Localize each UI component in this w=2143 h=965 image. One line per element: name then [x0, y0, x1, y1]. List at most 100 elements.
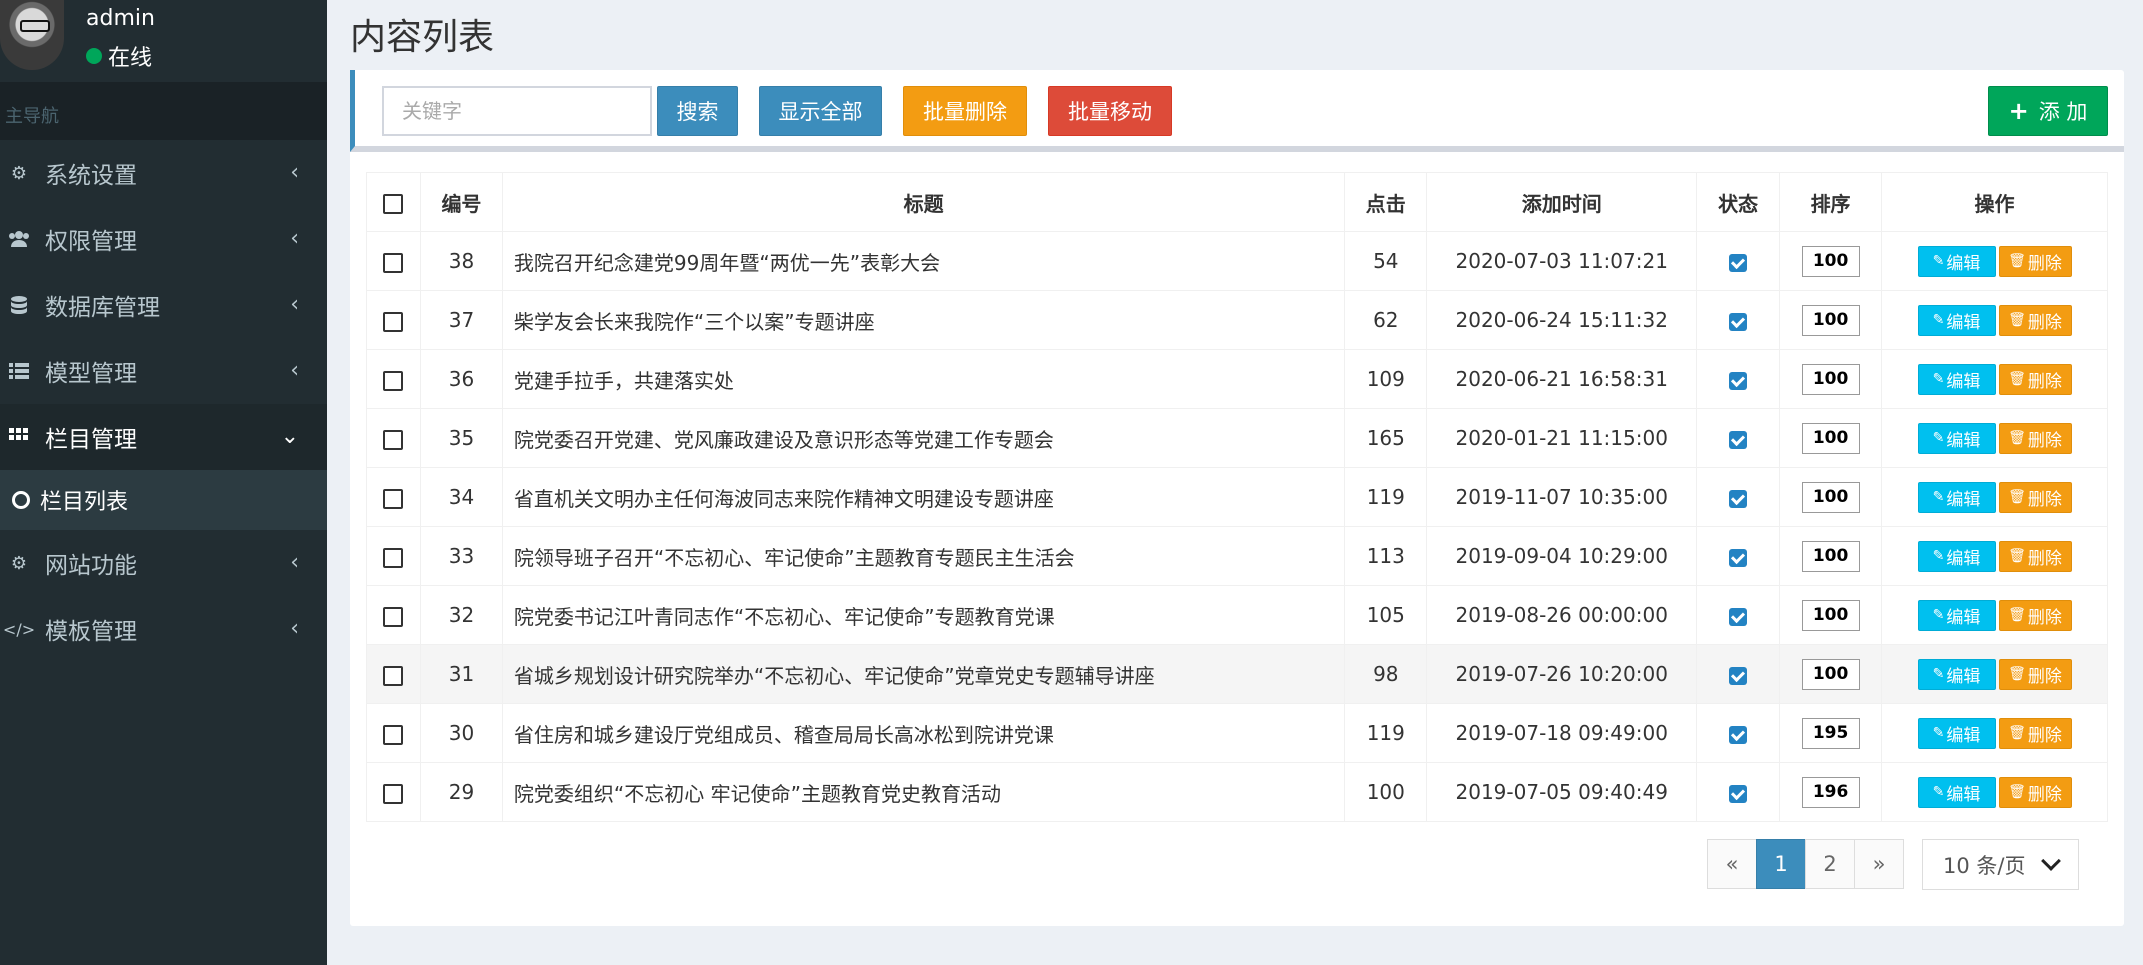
prev-page-button[interactable]: «: [1707, 839, 1757, 889]
add-button[interactable]: + 添 加: [1988, 86, 2108, 136]
next-page-button[interactable]: »: [1854, 839, 1904, 889]
delete-button[interactable]: 🗑 删除: [1998, 540, 2072, 572]
sort-input[interactable]: [1801, 658, 1860, 690]
row-title[interactable]: 院领导班子召开“不忘初心、牢记使命”主题教育专题民主生活会: [501, 526, 1346, 586]
sidebar-item-system-settings[interactable]: ⚙ 系统设置 ‹: [0, 140, 327, 206]
edit-button[interactable]: ✎ 编辑: [1917, 776, 1996, 808]
table-row: 36 党建手拉手，共建落实处 109 2020-06-21 16:58:31 ✎…: [366, 349, 2108, 409]
edit-icon: ✎: [1932, 607, 1945, 623]
header-title: 标题: [501, 172, 1346, 232]
sidebar-item-label: 栏目管理: [45, 427, 137, 453]
plus-icon: +: [2008, 97, 2029, 125]
delete-button[interactable]: 🗑 删除: [1998, 304, 2072, 336]
show-all-button[interactable]: 显示全部: [759, 86, 882, 136]
sort-input[interactable]: [1801, 304, 1860, 336]
table-header-row: 编号 标题 点击 添加时间 状态 排序 操作: [366, 172, 2108, 232]
row-title[interactable]: 省直机关文明办主任何海波同志来院作精神文明建设专题讲座: [501, 467, 1346, 527]
row-ops-cell: ✎ 编辑 🗑 删除: [1881, 703, 2108, 763]
delete-button[interactable]: 🗑 删除: [1998, 658, 2072, 690]
status-checkbox[interactable]: [1729, 784, 1748, 803]
row-checkbox[interactable]: [383, 547, 404, 568]
row-checkbox[interactable]: [383, 665, 404, 686]
delete-button[interactable]: 🗑 删除: [1998, 717, 2072, 749]
sort-input[interactable]: [1801, 776, 1860, 808]
sort-input[interactable]: [1801, 717, 1860, 749]
edit-button[interactable]: ✎ 编辑: [1917, 304, 1996, 336]
user-name: admin: [86, 6, 155, 31]
delete-button[interactable]: 🗑 删除: [1998, 363, 2072, 395]
row-checkbox[interactable]: [383, 488, 404, 509]
row-checkbox[interactable]: [383, 724, 404, 745]
sort-input[interactable]: [1801, 245, 1860, 277]
sidebar-item-templates[interactable]: </> 模板管理 ‹: [0, 596, 327, 662]
edit-button[interactable]: ✎ 编辑: [1917, 599, 1996, 631]
row-select-cell: [366, 762, 421, 822]
page-1-button[interactable]: 1: [1756, 839, 1806, 889]
table-row: 38 我院召开纪念建党99周年暨“两优一先”表彰大会 54 2020-07-03…: [366, 231, 2108, 291]
edit-button[interactable]: ✎ 编辑: [1917, 245, 1996, 277]
sidebar-item-label: 模板管理: [45, 619, 137, 645]
row-checkbox[interactable]: [383, 606, 404, 627]
sort-input[interactable]: [1801, 599, 1860, 631]
row-title[interactable]: 省城乡规划设计研究院举办“不忘初心、牢记使命”党章党史专题辅导讲座: [501, 644, 1346, 704]
sidebar-item-columns[interactable]: 栏目管理 ⌄: [0, 404, 327, 470]
sort-input[interactable]: [1801, 540, 1860, 572]
delete-button[interactable]: 🗑 删除: [1998, 422, 2072, 454]
row-checkbox[interactable]: [383, 311, 404, 332]
search-button[interactable]: 搜索: [657, 86, 738, 136]
edit-button[interactable]: ✎ 编辑: [1917, 363, 1996, 395]
status-checkbox[interactable]: [1729, 253, 1748, 272]
row-sort-cell: [1779, 231, 1883, 291]
row-title[interactable]: 院党委召开党建、党风廉政建设及意识形态等党建工作专题会: [501, 408, 1346, 468]
sidebar-item-models[interactable]: 模型管理 ‹: [0, 338, 327, 404]
status-checkbox[interactable]: [1729, 312, 1748, 331]
status-checkbox[interactable]: [1729, 489, 1748, 508]
row-time: 2019-07-18 09:49:00: [1426, 703, 1698, 763]
per-page-select[interactable]: 10 条/页: [1922, 839, 2079, 890]
row-checkbox[interactable]: [383, 370, 404, 391]
sort-input[interactable]: [1801, 481, 1860, 513]
edit-button[interactable]: ✎ 编辑: [1917, 717, 1996, 749]
row-select-cell: [366, 585, 421, 645]
sort-input[interactable]: [1801, 422, 1860, 454]
delete-button[interactable]: 🗑 删除: [1998, 776, 2072, 808]
select-all-checkbox[interactable]: [383, 193, 404, 214]
status-checkbox[interactable]: [1729, 666, 1748, 685]
sidebar-item-permissions[interactable]: 权限管理 ‹: [0, 206, 327, 272]
row-title[interactable]: 院党委组织“不忘初心 牢记使命”主题教育党史教育活动: [501, 762, 1346, 822]
edit-button[interactable]: ✎ 编辑: [1917, 422, 1996, 454]
sidebar-subitem-column-list[interactable]: 栏目列表: [0, 470, 327, 530]
delete-button[interactable]: 🗑 删除: [1998, 599, 2072, 631]
delete-label: 删除: [2027, 725, 2062, 746]
status-checkbox[interactable]: [1729, 548, 1748, 567]
sidebar-item-site-functions[interactable]: ⚙ 网站功能 ‹: [0, 530, 327, 596]
edit-button[interactable]: ✎ 编辑: [1917, 481, 1996, 513]
edit-button[interactable]: ✎ 编辑: [1917, 658, 1996, 690]
status-checkbox[interactable]: [1729, 371, 1748, 390]
row-checkbox[interactable]: [383, 429, 404, 450]
row-checkbox[interactable]: [383, 783, 404, 804]
sidebar-item-label: 权限管理: [45, 229, 137, 255]
status-checkbox[interactable]: [1729, 725, 1748, 744]
edit-button[interactable]: ✎ 编辑: [1917, 540, 1996, 572]
row-checkbox[interactable]: [383, 252, 404, 273]
row-title[interactable]: 院党委书记江叶青同志作“不忘初心、牢记使命”专题教育党课: [501, 585, 1346, 645]
search-input[interactable]: [382, 86, 652, 136]
delete-button[interactable]: 🗑 删除: [1998, 245, 2072, 277]
row-time: 2020-07-03 11:07:21: [1426, 231, 1698, 291]
select-all-cell: [366, 172, 421, 232]
delete-button[interactable]: 🗑 删除: [1998, 481, 2072, 513]
row-title[interactable]: 柴学友会长来我院作“三个以案”专题讲座: [501, 290, 1346, 350]
batch-move-button[interactable]: 批量移动: [1048, 86, 1172, 136]
row-title[interactable]: 我院召开纪念建党99周年暨“两优一先”表彰大会: [501, 231, 1346, 291]
batch-delete-button[interactable]: 批量删除: [903, 86, 1027, 136]
sort-input[interactable]: [1801, 363, 1860, 395]
table-row: 34 省直机关文明办主任何海波同志来院作精神文明建设专题讲座 119 2019-…: [366, 467, 2108, 527]
status-checkbox[interactable]: [1729, 430, 1748, 449]
sidebar-item-database[interactable]: 数据库管理 ‹: [0, 272, 327, 338]
row-title[interactable]: 党建手拉手，共建落实处: [501, 349, 1346, 409]
page-2-button[interactable]: 2: [1805, 839, 1855, 889]
status-checkbox[interactable]: [1729, 607, 1748, 626]
row-title[interactable]: 省住房和城乡建设厅党组成员、稽查局局长高冰松到院讲党课: [501, 703, 1346, 763]
row-id: 30: [419, 703, 503, 763]
